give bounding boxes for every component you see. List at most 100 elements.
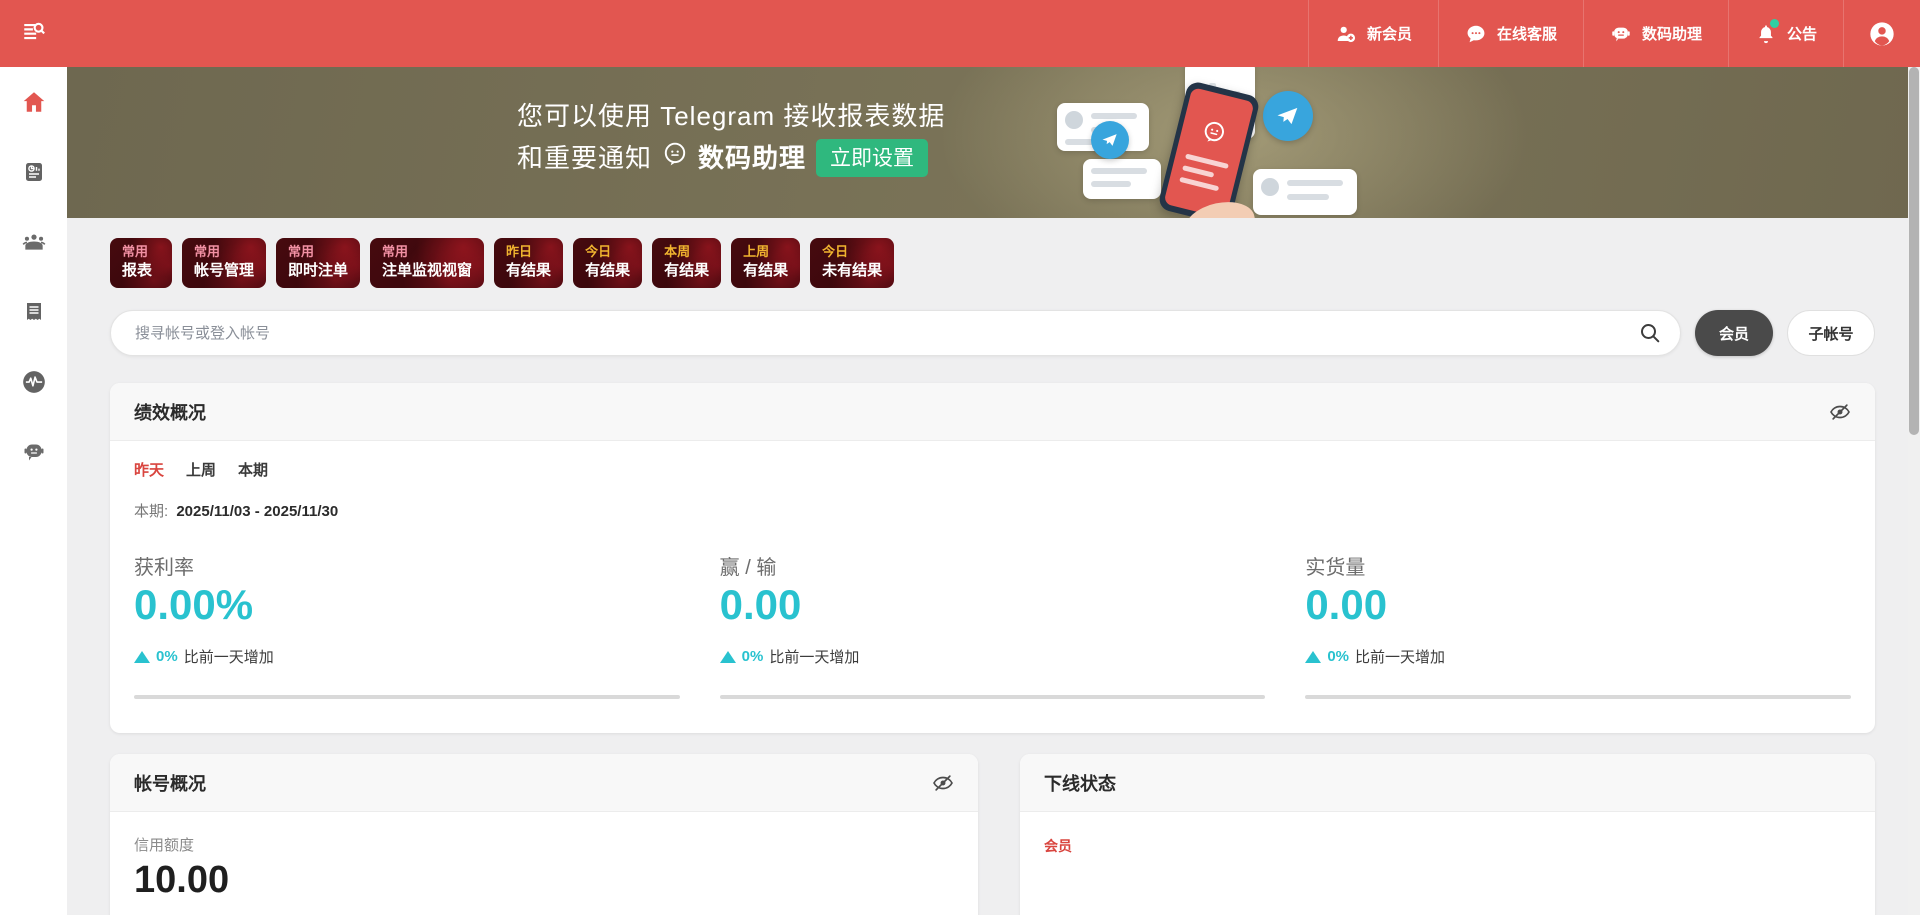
metric-value: 0.00 xyxy=(720,582,1266,628)
banner-line2-prefix: 和重要通知 xyxy=(517,137,652,179)
chip-tag: 本周 xyxy=(664,243,709,261)
account-panel-body: 信用额度 10.00 xyxy=(110,812,978,915)
chip-tag: 常用 xyxy=(194,243,254,261)
metric-delta: 0% 比前一天增加 xyxy=(720,646,1266,667)
sidebar-item-activity[interactable] xyxy=(0,355,67,413)
account-panel-header: 帐号概况 xyxy=(110,754,978,812)
main-content: 您可以使用 Telegram 接收报表数据 和重要通知 数码助理 立即设置 xyxy=(67,67,1920,915)
credit-limit-value: 10.00 xyxy=(134,859,954,902)
period-value: 2025/11/03 - 2025/11/30 xyxy=(176,503,338,520)
chip-tag: 常用 xyxy=(122,243,160,261)
nav-label: 在线客服 xyxy=(1497,23,1557,44)
up-triangle-icon xyxy=(1305,651,1321,663)
chip-label: 有结果 xyxy=(506,261,551,281)
subaccount-filter-button[interactable]: 子帐号 xyxy=(1787,310,1875,356)
quick-link-account-management[interactable]: 常用 帐号管理 xyxy=(182,238,266,288)
chip-label: 有结果 xyxy=(743,261,788,281)
quick-link-lastweek-settled[interactable]: 上周 有结果 xyxy=(731,238,800,288)
metric-label: 获利率 xyxy=(134,551,680,580)
quick-link-yesterday-settled[interactable]: 昨日 有结果 xyxy=(494,238,563,288)
performance-panel: 绩效概况 昨天 上周 本期 本期: 2025/11/03 - 2025/11/3… xyxy=(110,383,1875,733)
chip-tag: 今日 xyxy=(585,243,630,261)
downline-member-link[interactable]: 会员 xyxy=(1044,838,1072,854)
phone-illustration xyxy=(1157,80,1261,218)
metric-value: 0.00% xyxy=(134,582,680,628)
chip-tag: 常用 xyxy=(382,243,472,261)
delta-percent: 0% xyxy=(742,648,764,665)
telegram-plane-icon xyxy=(1091,121,1129,159)
chip-label: 未有结果 xyxy=(822,261,882,281)
scrollbar-thumb[interactable] xyxy=(1909,67,1919,435)
quick-link-bet-monitor[interactable]: 常用 注单监视视窗 xyxy=(370,238,484,288)
performance-panel-body: 昨天 上周 本期 本期: 2025/11/03 - 2025/11/30 获利率… xyxy=(110,441,1875,733)
telegram-banner: 您可以使用 Telegram 接收报表数据 和重要通知 数码助理 立即设置 xyxy=(67,67,1920,218)
downline-panel-header: 下线状态 xyxy=(1020,754,1875,812)
downline-panel-body: 会员 xyxy=(1020,812,1875,880)
chip-label: 有结果 xyxy=(664,261,709,281)
metric-progress-bar xyxy=(134,695,680,699)
metric-turnover: 实货量 0.00 0% 比前一天增加 xyxy=(1305,551,1851,699)
sidebar-item-home[interactable] xyxy=(0,75,67,133)
nav-live-support[interactable]: 在线客服 xyxy=(1438,0,1583,67)
chip-tag: 上周 xyxy=(743,243,788,261)
nav-label: 公告 xyxy=(1787,23,1817,44)
eye-off-icon[interactable] xyxy=(932,772,954,794)
search-input[interactable] xyxy=(135,325,1638,342)
metric-profit-rate: 获利率 0.00% 0% 比前一天增加 xyxy=(134,551,680,699)
message-card xyxy=(1253,169,1357,215)
tab-this-period[interactable]: 本期 xyxy=(238,459,268,480)
account-circle-icon xyxy=(1868,20,1896,48)
panel-title: 帐号概况 xyxy=(134,770,206,796)
chip-label: 注单监视视窗 xyxy=(382,261,472,281)
account-overview-panel: 帐号概况 信用额度 10.00 xyxy=(110,754,978,915)
delta-text: 比前一天增加 xyxy=(184,646,274,667)
sidebar-item-accounts[interactable] xyxy=(0,215,67,273)
metric-label: 赢 / 输 xyxy=(720,551,1266,580)
sidebar-item-assistant[interactable] xyxy=(0,425,67,483)
quick-link-thisweek-settled[interactable]: 本周 有结果 xyxy=(652,238,721,288)
quick-link-today-settled[interactable]: 今日 有结果 xyxy=(573,238,642,288)
performance-tabs: 昨天 上周 本期 xyxy=(134,459,1851,480)
panel-title: 绩效概况 xyxy=(134,399,206,425)
left-sidebar xyxy=(0,67,67,915)
nav-announcements[interactable]: 公告 xyxy=(1728,0,1843,67)
tab-last-week[interactable]: 上周 xyxy=(186,459,216,480)
menu-search-button[interactable] xyxy=(0,0,67,67)
performance-panel-header: 绩效概况 xyxy=(110,383,1875,441)
credit-limit-label: 信用额度 xyxy=(134,834,954,855)
period-label: 本期: xyxy=(134,503,168,520)
group-icon xyxy=(21,229,47,260)
eye-off-icon[interactable] xyxy=(1829,401,1851,423)
setup-now-button[interactable]: 立即设置 xyxy=(816,139,928,177)
menu-search-icon xyxy=(21,18,47,49)
search-box xyxy=(110,310,1681,356)
quick-link-live-bets[interactable]: 常用 即时注单 xyxy=(276,238,360,288)
nav-new-member[interactable]: 新会员 xyxy=(1308,0,1438,67)
report-chart-icon xyxy=(22,160,46,189)
quick-link-today-unsettled[interactable]: 今日 未有结果 xyxy=(810,238,894,288)
header-nav: 新会员 在线客服 xyxy=(1308,0,1920,67)
up-triangle-icon xyxy=(720,651,736,663)
message-card xyxy=(1083,159,1161,199)
banner-line1: 您可以使用 Telegram 接收报表数据 xyxy=(517,95,945,137)
metric-delta: 0% 比前一天增加 xyxy=(1305,646,1851,667)
nav-label: 新会员 xyxy=(1367,23,1412,44)
activity-pulse-icon xyxy=(21,369,47,400)
member-filter-button[interactable]: 会员 xyxy=(1695,310,1773,356)
quick-link-reports[interactable]: 常用 报表 xyxy=(110,238,172,288)
period-range: 本期: 2025/11/03 - 2025/11/30 xyxy=(134,500,1851,521)
chip-tag: 常用 xyxy=(288,243,348,261)
metric-value: 0.00 xyxy=(1305,582,1851,628)
header-spacer xyxy=(67,0,1308,67)
tab-yesterday[interactable]: 昨天 xyxy=(134,459,164,480)
nav-digital-assistant[interactable]: 数码助理 xyxy=(1583,0,1728,67)
quick-links-row: 常用 报表 常用 帐号管理 常用 即时注单 常用 注单监视视窗 昨日 有结果 今… xyxy=(110,238,1920,288)
receipt-icon xyxy=(22,300,46,329)
sidebar-item-reports[interactable] xyxy=(0,145,67,203)
nav-account[interactable] xyxy=(1843,0,1920,67)
chat-icon xyxy=(1465,23,1487,45)
bot-icon xyxy=(1610,23,1632,45)
search-icon[interactable] xyxy=(1638,321,1662,345)
sidebar-item-orders[interactable] xyxy=(0,285,67,343)
top-header: 新会员 在线客服 xyxy=(0,0,1920,67)
